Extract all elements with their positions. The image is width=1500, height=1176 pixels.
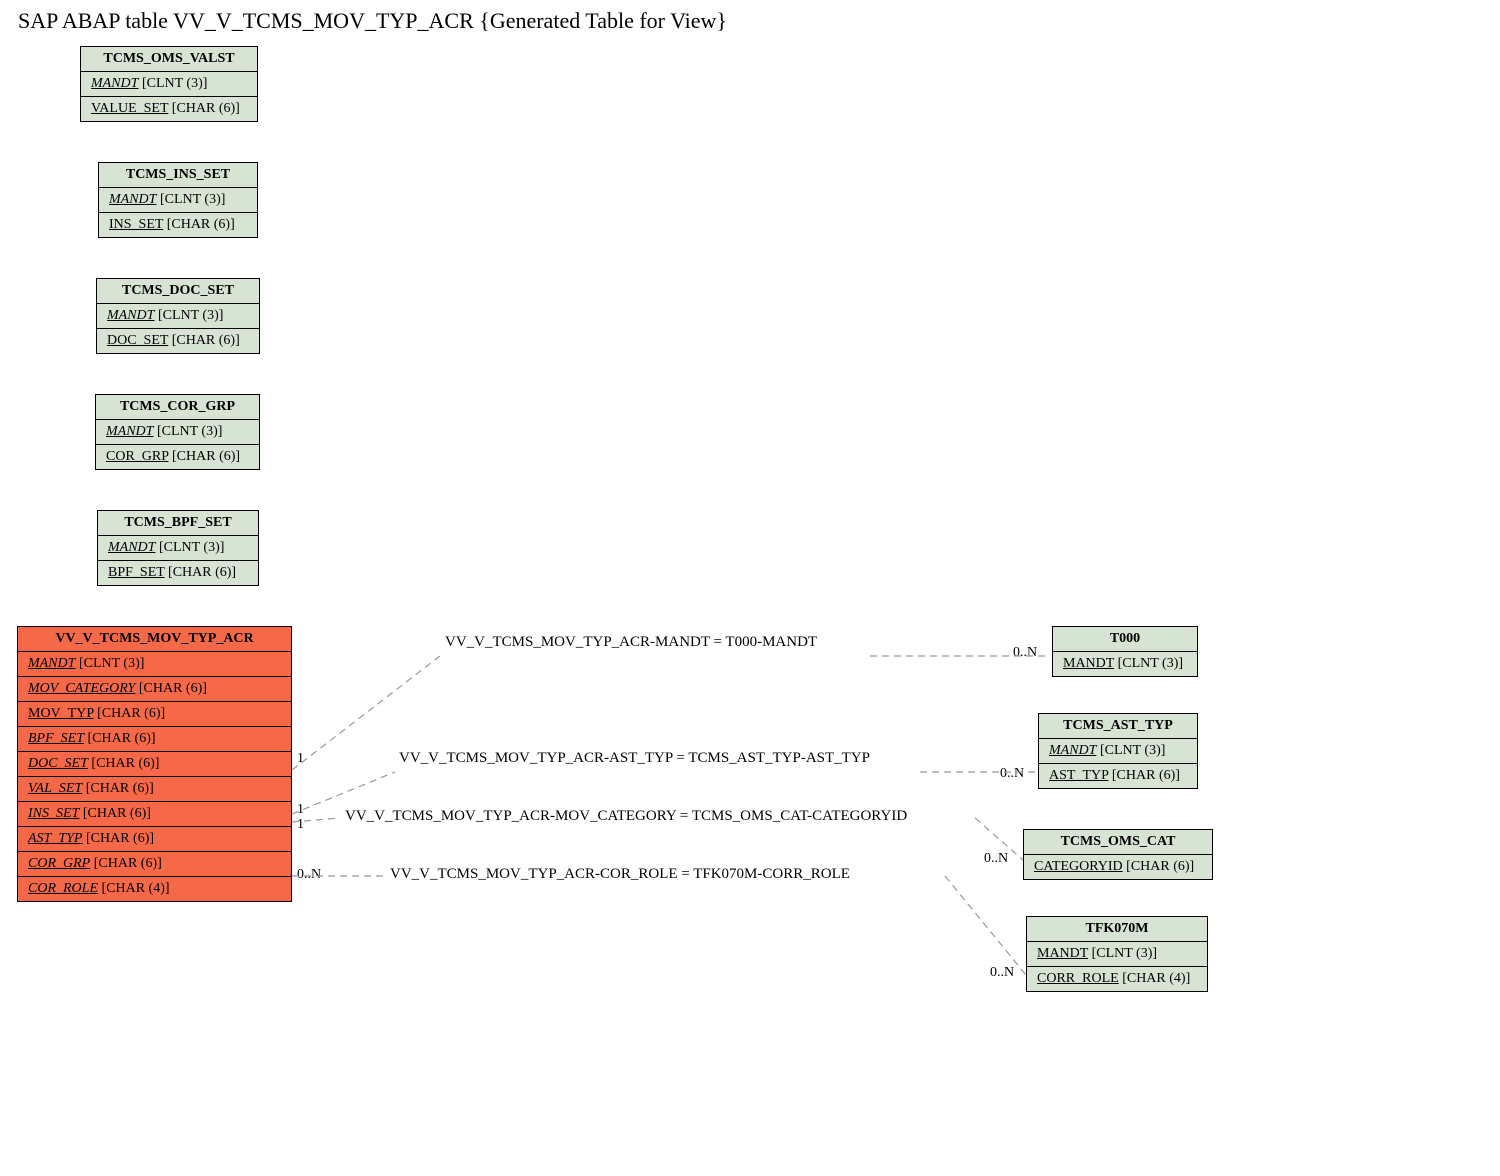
- entity-header: TCMS_BPF_SET: [98, 511, 258, 536]
- entity-tcms-oms-cat: TCMS_OMS_CAT CATEGORYID [CHAR (6)]: [1023, 829, 1213, 880]
- cardinality: 0..N: [990, 965, 1014, 981]
- entity-field: AST_TYP [CHAR (6)]: [18, 827, 291, 852]
- relation-label: VV_V_TCMS_MOV_TYP_ACR-MOV_CATEGORY = TCM…: [345, 808, 907, 825]
- entity-field: MANDT [CLNT (3)]: [98, 536, 258, 561]
- entity-field: COR_GRP [CHAR (6)]: [18, 852, 291, 877]
- cardinality: 1: [297, 751, 304, 767]
- entity-header: VV_V_TCMS_MOV_TYP_ACR: [18, 627, 291, 652]
- entity-field: AST_TYP [CHAR (6)]: [1039, 764, 1197, 788]
- entity-field: CORR_ROLE [CHAR (4)]: [1027, 967, 1207, 991]
- entity-field: VALUE_SET [CHAR (6)]: [81, 97, 257, 121]
- entity-header: TCMS_COR_GRP: [96, 395, 259, 420]
- cardinality: 1: [297, 817, 304, 833]
- entity-tcms-cor-grp: TCMS_COR_GRP MANDT [CLNT (3)] COR_GRP [C…: [95, 394, 260, 470]
- entity-field: BPF_SET [CHAR (6)]: [98, 561, 258, 585]
- cardinality: 0..N: [1000, 766, 1024, 782]
- entity-field: MANDT [CLNT (3)]: [97, 304, 259, 329]
- entity-field: COR_ROLE [CHAR (4)]: [18, 877, 291, 901]
- entity-field: MANDT [CLNT (3)]: [96, 420, 259, 445]
- entity-vv-v-tcms-mov-typ-acr: VV_V_TCMS_MOV_TYP_ACR MANDT [CLNT (3)] M…: [17, 626, 292, 902]
- cardinality: 0..N: [297, 867, 321, 883]
- entity-tcms-bpf-set: TCMS_BPF_SET MANDT [CLNT (3)] BPF_SET [C…: [97, 510, 259, 586]
- entity-field: BPF_SET [CHAR (6)]: [18, 727, 291, 752]
- entity-header: TCMS_OMS_CAT: [1024, 830, 1212, 855]
- entity-tcms-doc-set: TCMS_DOC_SET MANDT [CLNT (3)] DOC_SET [C…: [96, 278, 260, 354]
- entity-field: INS_SET [CHAR (6)]: [18, 802, 291, 827]
- relation-label: VV_V_TCMS_MOV_TYP_ACR-COR_ROLE = TFK070M…: [390, 866, 850, 883]
- entity-field: MOV_TYP [CHAR (6)]: [18, 702, 291, 727]
- entity-field: MANDT [CLNT (3)]: [1053, 652, 1197, 676]
- entity-tcms-oms-valst: TCMS_OMS_VALST MANDT [CLNT (3)] VALUE_SE…: [80, 46, 258, 122]
- entity-field: INS_SET [CHAR (6)]: [99, 213, 257, 237]
- entity-header: TCMS_AST_TYP: [1039, 714, 1197, 739]
- entity-tfk070m: TFK070M MANDT [CLNT (3)] CORR_ROLE [CHAR…: [1026, 916, 1208, 992]
- entity-tcms-ast-typ: TCMS_AST_TYP MANDT [CLNT (3)] AST_TYP [C…: [1038, 713, 1198, 789]
- entity-header: TCMS_DOC_SET: [97, 279, 259, 304]
- entity-field: CATEGORYID [CHAR (6)]: [1024, 855, 1212, 879]
- cardinality: 0..N: [1013, 645, 1037, 661]
- entity-field: MOV_CATEGORY [CHAR (6)]: [18, 677, 291, 702]
- entity-field: MANDT [CLNT (3)]: [1039, 739, 1197, 764]
- entity-field: MANDT [CLNT (3)]: [99, 188, 257, 213]
- entity-field: DOC_SET [CHAR (6)]: [97, 329, 259, 353]
- cardinality: 1: [297, 802, 304, 818]
- entity-field: MANDT [CLNT (3)]: [81, 72, 257, 97]
- entity-field: COR_GRP [CHAR (6)]: [96, 445, 259, 469]
- cardinality: 0..N: [984, 851, 1008, 867]
- entity-header: TFK070M: [1027, 917, 1207, 942]
- entity-field: MANDT [CLNT (3)]: [1027, 942, 1207, 967]
- entity-tcms-ins-set: TCMS_INS_SET MANDT [CLNT (3)] INS_SET [C…: [98, 162, 258, 238]
- entity-t000: T000 MANDT [CLNT (3)]: [1052, 626, 1198, 677]
- entity-header: T000: [1053, 627, 1197, 652]
- entity-header: TCMS_OMS_VALST: [81, 47, 257, 72]
- relation-label: VV_V_TCMS_MOV_TYP_ACR-MANDT = T000-MANDT: [445, 634, 817, 651]
- entity-field: DOC_SET [CHAR (6)]: [18, 752, 291, 777]
- entity-field: MANDT [CLNT (3)]: [18, 652, 291, 677]
- entity-field: VAL_SET [CHAR (6)]: [18, 777, 291, 802]
- entity-header: TCMS_INS_SET: [99, 163, 257, 188]
- relation-label: VV_V_TCMS_MOV_TYP_ACR-AST_TYP = TCMS_AST…: [399, 750, 870, 767]
- page-title: SAP ABAP table VV_V_TCMS_MOV_TYP_ACR {Ge…: [18, 8, 727, 34]
